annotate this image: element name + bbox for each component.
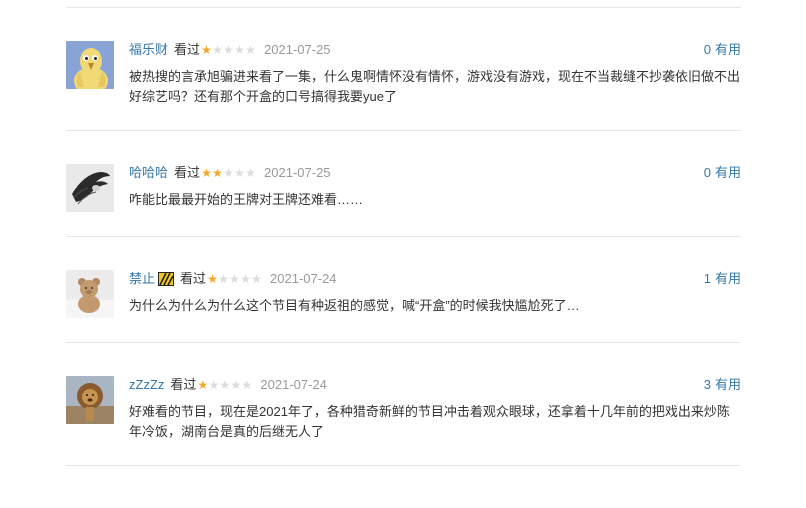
avatar-bird-image	[66, 41, 114, 89]
vote-area: 3 有用	[704, 376, 741, 394]
comment-item: zZzZz 看过 ★ ★ ★ ★ ★ 2021-07-24 3 有用 好难看的节目，现在是…	[66, 376, 741, 446]
rating-stars: ★ ★ ★ ★ ★	[201, 41, 256, 59]
star-icon: ★	[218, 272, 229, 286]
comment-meta: 福乐财 看过 ★ ★ ★ ★ ★ 2021-07-25	[129, 41, 331, 59]
vote-area: 0 有用	[704, 164, 741, 182]
divider	[66, 130, 741, 131]
divider	[66, 236, 741, 237]
comment-time: 2021-07-25	[264, 165, 331, 180]
useful-button[interactable]: 有用	[715, 271, 741, 286]
star-icon: ★	[230, 378, 242, 392]
star-icon: ★	[245, 43, 256, 57]
comment-meta: 禁止 看过 ★ ★ ★ ★ ★ 2021-07-24	[129, 270, 337, 288]
star-icon: ★	[212, 166, 223, 180]
comment-time: 2021-07-24	[270, 271, 337, 286]
avatar[interactable]	[66, 164, 114, 212]
comment-text: 咋能比最最开始的王牌对王牌还难看……	[129, 192, 364, 207]
star-icon: ★	[251, 272, 262, 286]
comment-time: 2021-07-24	[260, 377, 327, 392]
avatar-lion-image	[66, 376, 114, 424]
star-icon: ★	[223, 166, 234, 180]
avatar[interactable]	[66, 270, 114, 318]
rating-stars: ★ ★ ★ ★ ★	[197, 376, 253, 394]
avatar[interactable]	[66, 376, 114, 424]
useful-button[interactable]: 有用	[715, 377, 741, 392]
vote-area: 1 有用	[704, 270, 741, 288]
star-icon: ★	[234, 43, 245, 57]
star-icon: ★	[219, 378, 231, 392]
avatar-teddy-bear-image	[66, 270, 114, 318]
divider	[66, 465, 741, 466]
star-icon: ★	[201, 43, 212, 57]
star-icon: ★	[245, 166, 256, 180]
star-icon: ★	[201, 166, 212, 180]
user-link[interactable]: 禁止	[129, 270, 155, 288]
watch-status: 看过	[170, 377, 197, 392]
avatar[interactable]	[66, 41, 114, 89]
comment-text: 好难看的节目，现在是2021年了，各种猎奇新鲜的节目冲击着观众眼球，还拿着十几年…	[129, 404, 730, 439]
star-icon: ★	[197, 378, 209, 392]
vote-count: 3	[703, 377, 711, 392]
comment-text: 被热搜的言承旭骗进来看了一集，什么鬼啊情怀没有情怀，游戏没有游戏，现在不当裁缝不…	[129, 69, 741, 104]
vote-count: 0	[703, 42, 711, 57]
comment-item: 哈哈哈 看过 ★ ★ ★ ★ ★ 2021-07-25 0 有用 咋能比最最开始的王牌对王…	[66, 164, 741, 214]
star-icon: ★	[229, 272, 240, 286]
comment-item: 福乐财 看过 ★ ★ ★ ★ ★ 2021-07-25 0 有用 被热搜的言承旭骗进来看了…	[66, 41, 741, 111]
watch-status: 看过	[180, 271, 207, 286]
divider-top	[66, 7, 741, 8]
vote-count: 0	[703, 165, 711, 180]
watch-status: 看过	[174, 42, 201, 57]
comment-text: 为什么为什么为什么这个节目有种返祖的感觉，喊“开盒”的时候我快尴尬死了…	[129, 298, 580, 313]
rating-stars: ★ ★ ★ ★ ★	[201, 164, 256, 182]
useful-button[interactable]: 有用	[715, 165, 741, 180]
star-icon: ★	[241, 378, 253, 392]
comment-meta: zZzZz 看过 ★ ★ ★ ★ ★ 2021-07-24	[129, 376, 327, 394]
star-icon: ★	[240, 272, 251, 286]
user-link[interactable]: zZzZz	[129, 376, 164, 394]
rating-stars: ★ ★ ★ ★ ★	[207, 270, 262, 288]
comment-item: 禁止 看过 ★ ★ ★ ★ ★ 2021-07-24 1 有用 为什么为什么为什么这个节目…	[66, 270, 741, 320]
star-icon: ★	[207, 272, 218, 286]
watch-status: 看过	[174, 165, 201, 180]
avatar-sketch-image	[66, 164, 114, 212]
comment-time: 2021-07-25	[264, 42, 331, 57]
comment-meta: 哈哈哈 看过 ★ ★ ★ ★ ★ 2021-07-25	[129, 164, 331, 182]
vote-count: 1	[703, 271, 711, 286]
useful-button[interactable]: 有用	[715, 42, 741, 57]
vote-area: 0 有用	[704, 41, 741, 59]
star-icon: ★	[208, 378, 220, 392]
star-icon: ★	[212, 43, 223, 57]
user-badge-icon	[158, 272, 175, 286]
user-link[interactable]: 福乐财	[129, 41, 168, 59]
user-link[interactable]: 哈哈哈	[129, 164, 168, 182]
star-icon: ★	[234, 166, 245, 180]
divider	[66, 342, 741, 343]
star-icon: ★	[223, 43, 234, 57]
